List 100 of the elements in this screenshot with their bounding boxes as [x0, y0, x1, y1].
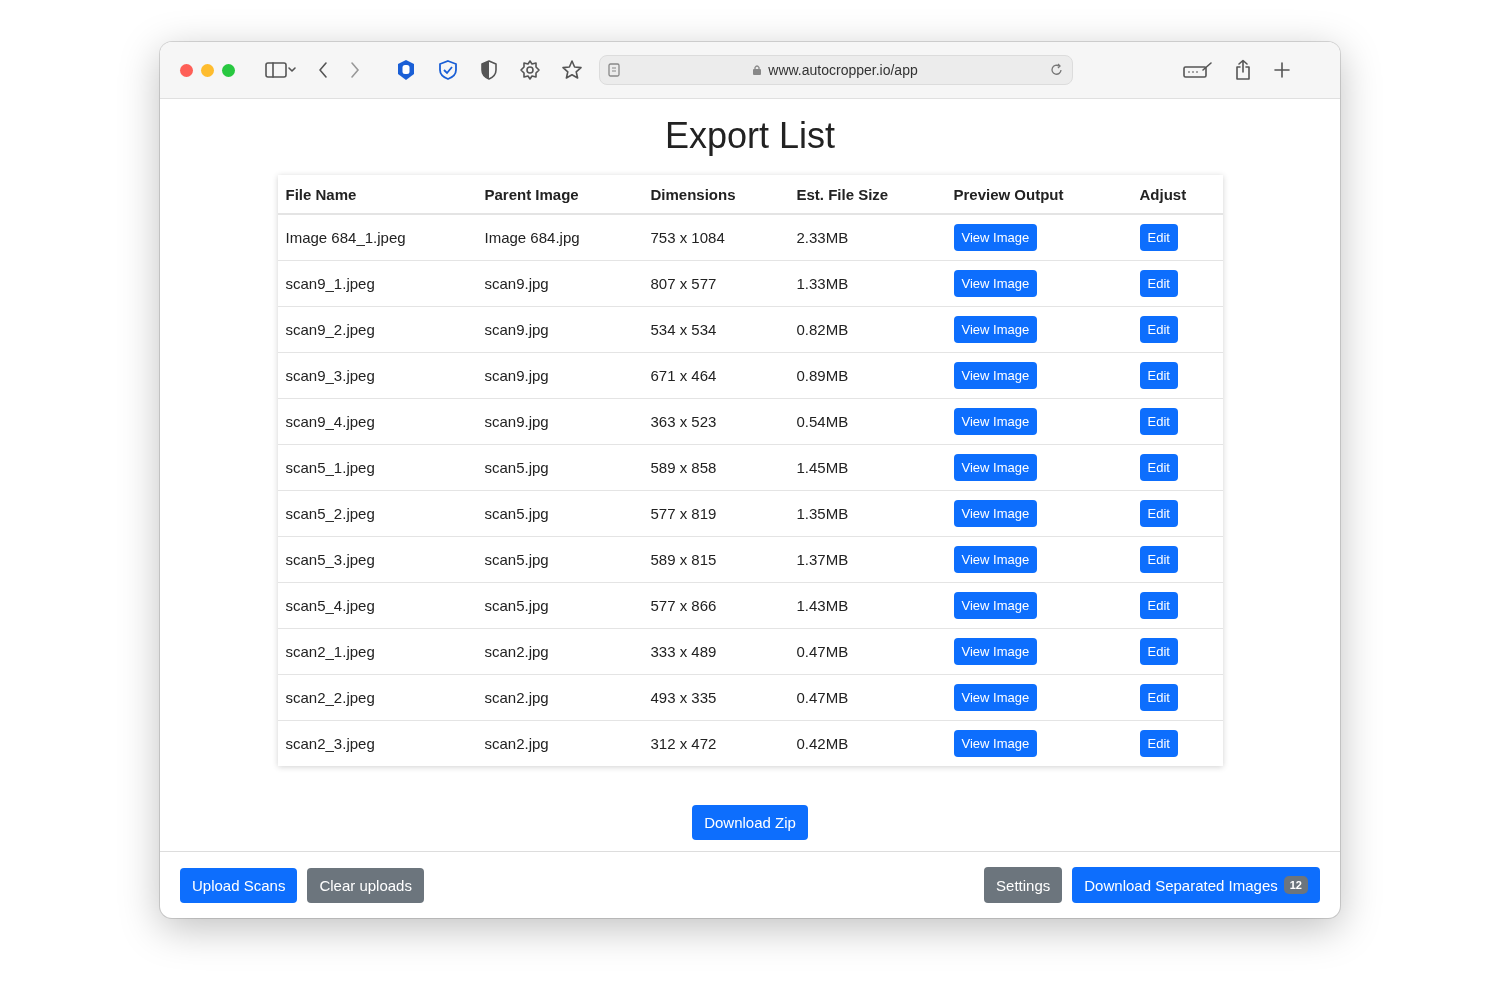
table-cell: 1.33MB	[788, 260, 946, 307]
view-image-button[interactable]: View Image	[953, 362, 1038, 389]
column-header: Est. File Size	[788, 175, 946, 214]
table-cell: scan2_1.jpeg	[277, 628, 477, 675]
page-icon	[608, 63, 620, 77]
column-header: Dimensions	[642, 175, 789, 214]
sidebar-icon[interactable]	[265, 61, 287, 79]
pen-icon[interactable]	[1183, 61, 1213, 79]
table-cell: 534 x 534	[642, 306, 789, 353]
table-cell: scan5.jpg	[476, 490, 643, 537]
table-cell: scan5.jpg	[476, 536, 643, 583]
footer-button[interactable]: Settings	[984, 867, 1063, 903]
share-icon[interactable]	[1233, 59, 1253, 81]
view-image-button[interactable]: View Image	[953, 546, 1038, 573]
page-title: Export List	[664, 115, 836, 157]
table-cell: 0.47MB	[788, 628, 946, 675]
lock-icon	[752, 64, 763, 76]
edit-button[interactable]: Edit	[1139, 270, 1178, 297]
table-cell: scan9.jpg	[476, 398, 643, 445]
star-icon[interactable]	[561, 59, 583, 81]
table-cell: scan5.jpg	[476, 444, 643, 491]
edit-button[interactable]: Edit	[1139, 500, 1178, 527]
table-cell: 577 x 866	[642, 582, 789, 629]
column-header: Preview Output	[945, 175, 1132, 214]
table-cell: 0.42MB	[788, 720, 946, 766]
view-image-button[interactable]: View Image	[953, 408, 1038, 435]
table-cell: 493 x 335	[642, 674, 789, 721]
table-cell: scan5_4.jpeg	[277, 582, 477, 629]
view-image-button[interactable]: View Image	[953, 500, 1038, 527]
column-header: Parent Image	[476, 175, 643, 214]
view-image-button[interactable]: View Image	[953, 730, 1038, 757]
forward-icon[interactable]	[349, 61, 361, 79]
view-image-button[interactable]: View Image	[953, 684, 1038, 711]
edit-button[interactable]: Edit	[1139, 730, 1178, 757]
edit-button[interactable]: Edit	[1139, 592, 1178, 619]
table-cell: scan2.jpg	[476, 628, 643, 675]
view-image-button[interactable]: View Image	[953, 270, 1038, 297]
edit-button[interactable]: Edit	[1139, 546, 1178, 573]
column-header: File Name	[277, 175, 477, 214]
table-cell: 0.89MB	[788, 352, 946, 399]
table-cell: scan9.jpg	[476, 260, 643, 307]
edit-button[interactable]: Edit	[1139, 684, 1178, 711]
plus-icon[interactable]	[1273, 61, 1291, 79]
view-image-button[interactable]: View Image	[953, 224, 1038, 251]
edit-button[interactable]: Edit	[1139, 316, 1178, 343]
table-cell: scan9.jpg	[476, 352, 643, 399]
table-cell: 589 x 858	[642, 444, 789, 491]
table-cell: scan5_1.jpeg	[277, 444, 477, 491]
download-zip-button[interactable]: Download Zip	[692, 805, 808, 840]
table-cell: scan2.jpg	[476, 674, 643, 721]
table-cell: scan9_4.jpeg	[277, 398, 477, 445]
table-cell: 333 x 489	[642, 628, 789, 675]
edit-button[interactable]: Edit	[1139, 408, 1178, 435]
table-cell: Image 684.jpg	[476, 214, 643, 261]
address-bar[interactable]: www.autocropper.io/app	[599, 55, 1073, 85]
footer-button[interactable]: Clear uploads	[307, 867, 424, 903]
table-cell: 363 x 523	[642, 398, 789, 445]
view-image-button[interactable]: View Image	[953, 638, 1038, 665]
table-cell: scan9.jpg	[476, 306, 643, 353]
table-cell: 589 x 815	[642, 536, 789, 583]
table-cell: 0.82MB	[788, 306, 946, 353]
shield-icon[interactable]	[479, 59, 499, 81]
edit-button[interactable]: Edit	[1139, 638, 1178, 665]
table-cell: 807 x 577	[642, 260, 789, 307]
table-cell: scan2.jpg	[476, 720, 643, 766]
table-cell: 1.43MB	[788, 582, 946, 629]
settings-icon[interactable]	[519, 59, 541, 81]
url-text: www.autocropper.io/app	[768, 62, 918, 78]
shield-check-icon[interactable]	[437, 59, 459, 81]
count-badge: 12	[1283, 876, 1308, 894]
footer-button[interactable]: Download Separated Images 12	[1072, 867, 1320, 903]
table-cell: scan5.jpg	[476, 582, 643, 629]
edit-button[interactable]: Edit	[1139, 362, 1178, 389]
table-cell: 2.33MB	[788, 214, 946, 261]
table-cell: 1.37MB	[788, 536, 946, 583]
table-cell: scan2_3.jpeg	[277, 720, 477, 766]
table-cell: 0.54MB	[788, 398, 946, 445]
table-cell: scan9_3.jpeg	[277, 352, 477, 399]
table-cell: 312 x 472	[642, 720, 789, 766]
edit-button[interactable]: Edit	[1139, 224, 1178, 251]
edit-button[interactable]: Edit	[1139, 454, 1178, 481]
table-cell: scan5_2.jpeg	[277, 490, 477, 537]
table-cell: scan5_3.jpeg	[277, 536, 477, 583]
chevron-down-icon[interactable]	[287, 66, 297, 74]
table-cell: 577 x 819	[642, 490, 789, 537]
view-image-button[interactable]: View Image	[953, 316, 1038, 343]
table-cell: 1.45MB	[788, 444, 946, 491]
table-cell: scan9_2.jpeg	[277, 306, 477, 353]
view-image-button[interactable]: View Image	[953, 454, 1038, 481]
table-cell: scan2_2.jpeg	[277, 674, 477, 721]
table-cell: 671 x 464	[642, 352, 789, 399]
reload-icon[interactable]	[1050, 63, 1064, 77]
back-icon[interactable]	[317, 61, 329, 79]
view-image-button[interactable]: View Image	[953, 592, 1038, 619]
footer-button[interactable]: Upload Scans	[180, 867, 298, 903]
window-control-icon[interactable]	[180, 63, 193, 77]
table-cell: 1.35MB	[788, 490, 946, 537]
column-header: Adjust	[1131, 175, 1223, 214]
table-cell: scan9_1.jpeg	[277, 260, 477, 307]
table-cell: Image 684_1.jpeg	[277, 214, 477, 261]
